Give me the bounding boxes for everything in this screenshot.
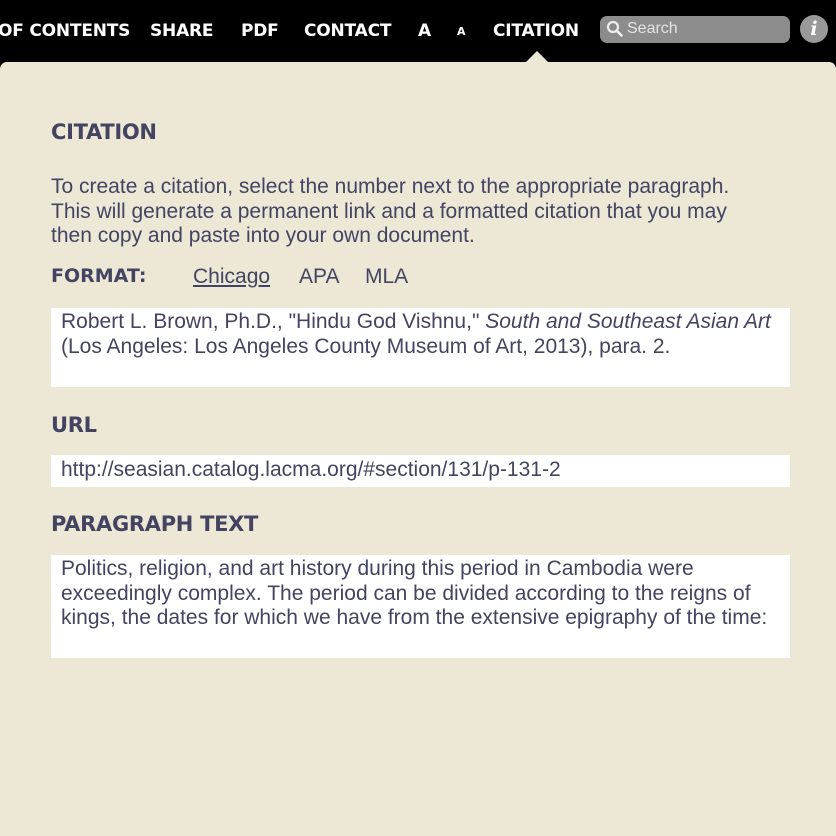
nav-citation[interactable]: CITATION	[493, 19, 579, 43]
citation-title: CITATION	[51, 120, 157, 144]
citation-text-author: Robert L. Brown, Ph.D., "Hindu God Vishn…	[61, 310, 486, 333]
search-input[interactable]	[627, 18, 782, 40]
citation-text-box[interactable]: Robert L. Brown, Ph.D., "Hindu God Vishn…	[51, 308, 790, 387]
format-option-apa[interactable]: APA	[299, 265, 339, 289]
nav-font-size-decrease[interactable]: A	[457, 20, 466, 44]
format-option-mla[interactable]: MLA	[365, 265, 408, 289]
nav-share[interactable]: SHARE	[150, 19, 214, 43]
citation-text-publication: (Los Angeles: Los Angeles County Museum …	[61, 334, 671, 358]
top-nav-bar: OF CONTENTS SHARE PDF CONTACT A A CITATI…	[0, 0, 836, 63]
citation-panel: CITATION To create a citation, select th…	[0, 62, 836, 836]
url-field[interactable]: http://seasian.catalog.lacma.org/#sectio…	[51, 455, 790, 487]
format-label: FORMAT:	[51, 265, 147, 287]
nav-font-size-increase[interactable]: A	[418, 19, 431, 43]
info-icon[interactable]: i	[800, 15, 828, 43]
search-box[interactable]	[600, 16, 790, 43]
nav-pdf[interactable]: PDF	[241, 19, 279, 43]
nav-table-of-contents[interactable]: OF CONTENTS	[0, 19, 130, 43]
url-label: URL	[51, 413, 97, 437]
nav-contact[interactable]: CONTACT	[304, 19, 391, 43]
citation-text-book-title: South and Southeast Asian Art	[485, 310, 771, 333]
search-icon	[606, 20, 623, 37]
paragraph-text-label: PARAGRAPH TEXT	[51, 512, 259, 536]
citation-instructions: To create a citation, select the number …	[51, 175, 730, 247]
format-option-chicago[interactable]: Chicago	[193, 265, 270, 289]
paragraph-text-box[interactable]: Politics, religion, and art history duri…	[51, 555, 790, 658]
